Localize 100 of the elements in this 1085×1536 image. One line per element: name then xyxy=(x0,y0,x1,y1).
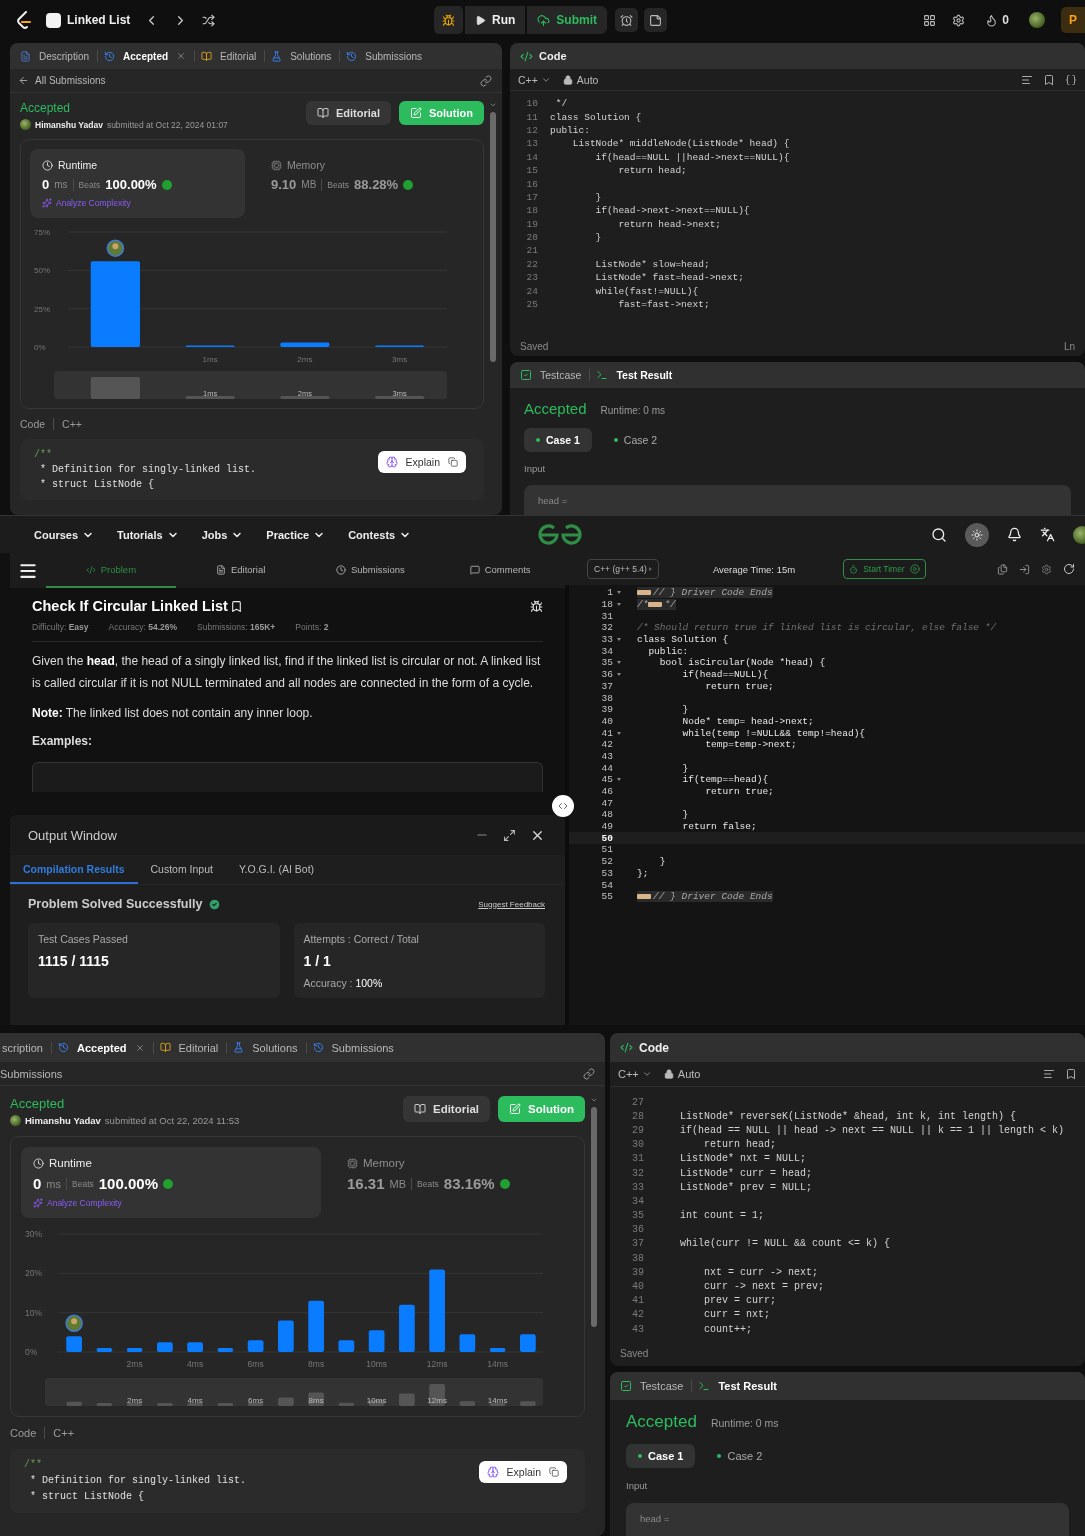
panel-tab[interactable]: Accepted xyxy=(74,1041,147,1054)
line-number: 33 xyxy=(631,1181,645,1193)
bell-icon[interactable] xyxy=(1007,527,1022,542)
submit-button[interactable]: Submit xyxy=(527,6,607,34)
nav-menu[interactable]: Courses xyxy=(34,528,95,541)
nav-menu[interactable]: Jobs xyxy=(201,528,244,541)
code-line: return true; xyxy=(704,786,774,798)
stat-box[interactable]: Memory 16.31 MB Beats 83.16% xyxy=(335,1147,574,1218)
editorial-button[interactable]: Editorial xyxy=(306,101,391,125)
author-name[interactable]: Himanshu Yadav xyxy=(35,119,103,130)
panel-tab[interactable]: Submissions xyxy=(329,1041,396,1054)
medal-icon xyxy=(499,1178,510,1189)
avatar-icon[interactable] xyxy=(1029,12,1045,28)
tab-icon xyxy=(85,564,96,575)
panel-tab[interactable]: Solutions xyxy=(288,50,334,62)
panel-tab[interactable]: scription xyxy=(0,1041,45,1054)
reset-icon[interactable] xyxy=(1063,563,1075,575)
panel-tab[interactable]: Solutions xyxy=(250,1041,300,1054)
problem-tab[interactable]: Editorial xyxy=(175,553,306,588)
scrollbar-thumb[interactable] xyxy=(490,112,496,362)
grid-icon[interactable] xyxy=(923,13,937,27)
bookmark-icon[interactable] xyxy=(229,599,243,613)
feedback-link[interactable]: Suggest Feedback xyxy=(478,899,545,909)
copy-icon[interactable] xyxy=(549,1467,559,1477)
problem-tab[interactable]: Submissions xyxy=(305,553,436,588)
copy-icon[interactable] xyxy=(448,457,458,467)
case-tab[interactable]: Case 1 xyxy=(626,1444,696,1468)
panel-tab[interactable]: Testcase xyxy=(538,369,584,381)
debug-button[interactable] xyxy=(434,6,463,34)
braces-icon[interactable] xyxy=(1065,73,1077,86)
back-link[interactable]: All Submissions xyxy=(18,75,106,86)
explain-button[interactable]: Explain xyxy=(478,1461,567,1483)
streak-counter[interactable]: 0 xyxy=(981,8,1013,32)
theme-toggle[interactable] xyxy=(965,522,989,547)
range-navigator-drawing[interactable] xyxy=(45,1378,543,1406)
case-tab[interactable]: Case 2 xyxy=(705,1444,775,1468)
output-tab[interactable]: Y.O.G.I. (AI Bot) xyxy=(225,855,328,884)
folded-code[interactable]: /* */ xyxy=(637,599,676,611)
maximize-icon[interactable] xyxy=(503,828,516,842)
format-icon[interactable] xyxy=(1021,73,1033,86)
logo-icon[interactable] xyxy=(16,11,32,29)
checkbox-icon xyxy=(520,369,532,381)
link-icon[interactable] xyxy=(583,1067,595,1080)
import-icon[interactable] xyxy=(1019,563,1030,575)
bookmark-icon[interactable] xyxy=(1043,73,1055,86)
author-name[interactable]: Himanshu Yadav xyxy=(25,1115,101,1126)
splitter-handle[interactable] xyxy=(552,795,574,817)
problem-meta: Difficulty: Easy xyxy=(32,622,89,632)
editorial-button[interactable]: Editorial xyxy=(403,1096,490,1122)
play-icon xyxy=(909,564,920,574)
nav-menu[interactable]: Tutorials xyxy=(117,528,179,541)
folded-code[interactable]: // } Driver Code Ends xyxy=(637,587,773,599)
panel-tab[interactable]: Test Result xyxy=(716,1380,779,1392)
timer-button[interactable] xyxy=(615,8,638,32)
translate-icon[interactable] xyxy=(1040,527,1055,542)
status-dot xyxy=(613,438,618,442)
avatar-icon[interactable] xyxy=(1073,525,1085,544)
stat-box[interactable]: Memory 9.10 MB Beats 88.28% xyxy=(259,149,474,218)
nav-menu[interactable]: Contests xyxy=(348,528,412,541)
axis-tick-label: 6ms xyxy=(247,1359,264,1369)
start-timer-button[interactable]: Start Timer xyxy=(843,559,926,579)
folded-code[interactable]: // } Driver Code Ends xyxy=(637,891,773,903)
language-dropdown[interactable]: C++ xyxy=(518,73,551,86)
output-tab[interactable]: Custom Input xyxy=(137,855,226,884)
panel-tab[interactable]: Editorial xyxy=(218,50,259,62)
code-line: if(head==NULL ||head->next==NULL){ xyxy=(594,151,790,163)
back-link[interactable]: Submissions xyxy=(0,1067,63,1080)
link-icon[interactable] xyxy=(480,74,492,87)
panel-tab[interactable]: Description xyxy=(37,50,92,62)
copy-icon[interactable] xyxy=(997,563,1008,575)
search-icon[interactable] xyxy=(931,526,947,543)
scrollbar-thumb[interactable] xyxy=(591,1107,597,1327)
tab-icon xyxy=(469,564,480,575)
panel-tab[interactable]: Submissions xyxy=(363,50,425,62)
code-line: /** xyxy=(34,448,52,462)
stat-box[interactable]: Runtime 0 ms Beats 100.00% Analyze Complexity xyxy=(30,149,245,218)
shuffle-icon[interactable] xyxy=(202,13,216,27)
run-button[interactable]: Run xyxy=(465,6,526,34)
notes-button[interactable] xyxy=(644,8,667,32)
explain-button[interactable]: Explain xyxy=(377,451,466,473)
case-tab[interactable]: Case 2 xyxy=(601,428,670,452)
nav-menu[interactable]: Practice xyxy=(266,528,326,541)
panel-tab[interactable]: Accepted xyxy=(121,50,189,62)
stat-box[interactable]: Runtime 0 ms Beats 100.00% Analyze Complexity xyxy=(21,1147,321,1218)
panel-tab[interactable]: Testcase xyxy=(638,1380,686,1392)
problem-tab[interactable]: Comments xyxy=(435,553,565,588)
format-icon[interactable] xyxy=(1043,1068,1055,1080)
panel-tab[interactable]: Editorial xyxy=(176,1041,221,1054)
settings-icon[interactable] xyxy=(952,13,966,27)
problem-list-button[interactable]: Linked List xyxy=(46,12,131,28)
problem-tab[interactable]: Problem xyxy=(46,553,176,588)
panel-tab[interactable]: Test Result xyxy=(614,369,675,381)
axis-tick-label: 8ms xyxy=(308,1359,325,1369)
language-dropdown[interactable]: C++ xyxy=(618,1068,652,1080)
case-tab[interactable]: Case 1 xyxy=(524,428,592,452)
bookmark-icon[interactable] xyxy=(1065,1068,1077,1080)
output-tab[interactable]: Compilation Results xyxy=(10,855,138,884)
bug-icon[interactable] xyxy=(530,599,543,613)
premium-button[interactable]: P xyxy=(1061,7,1085,33)
language-select[interactable]: C++ (g++ 5.4) xyxy=(587,559,659,579)
